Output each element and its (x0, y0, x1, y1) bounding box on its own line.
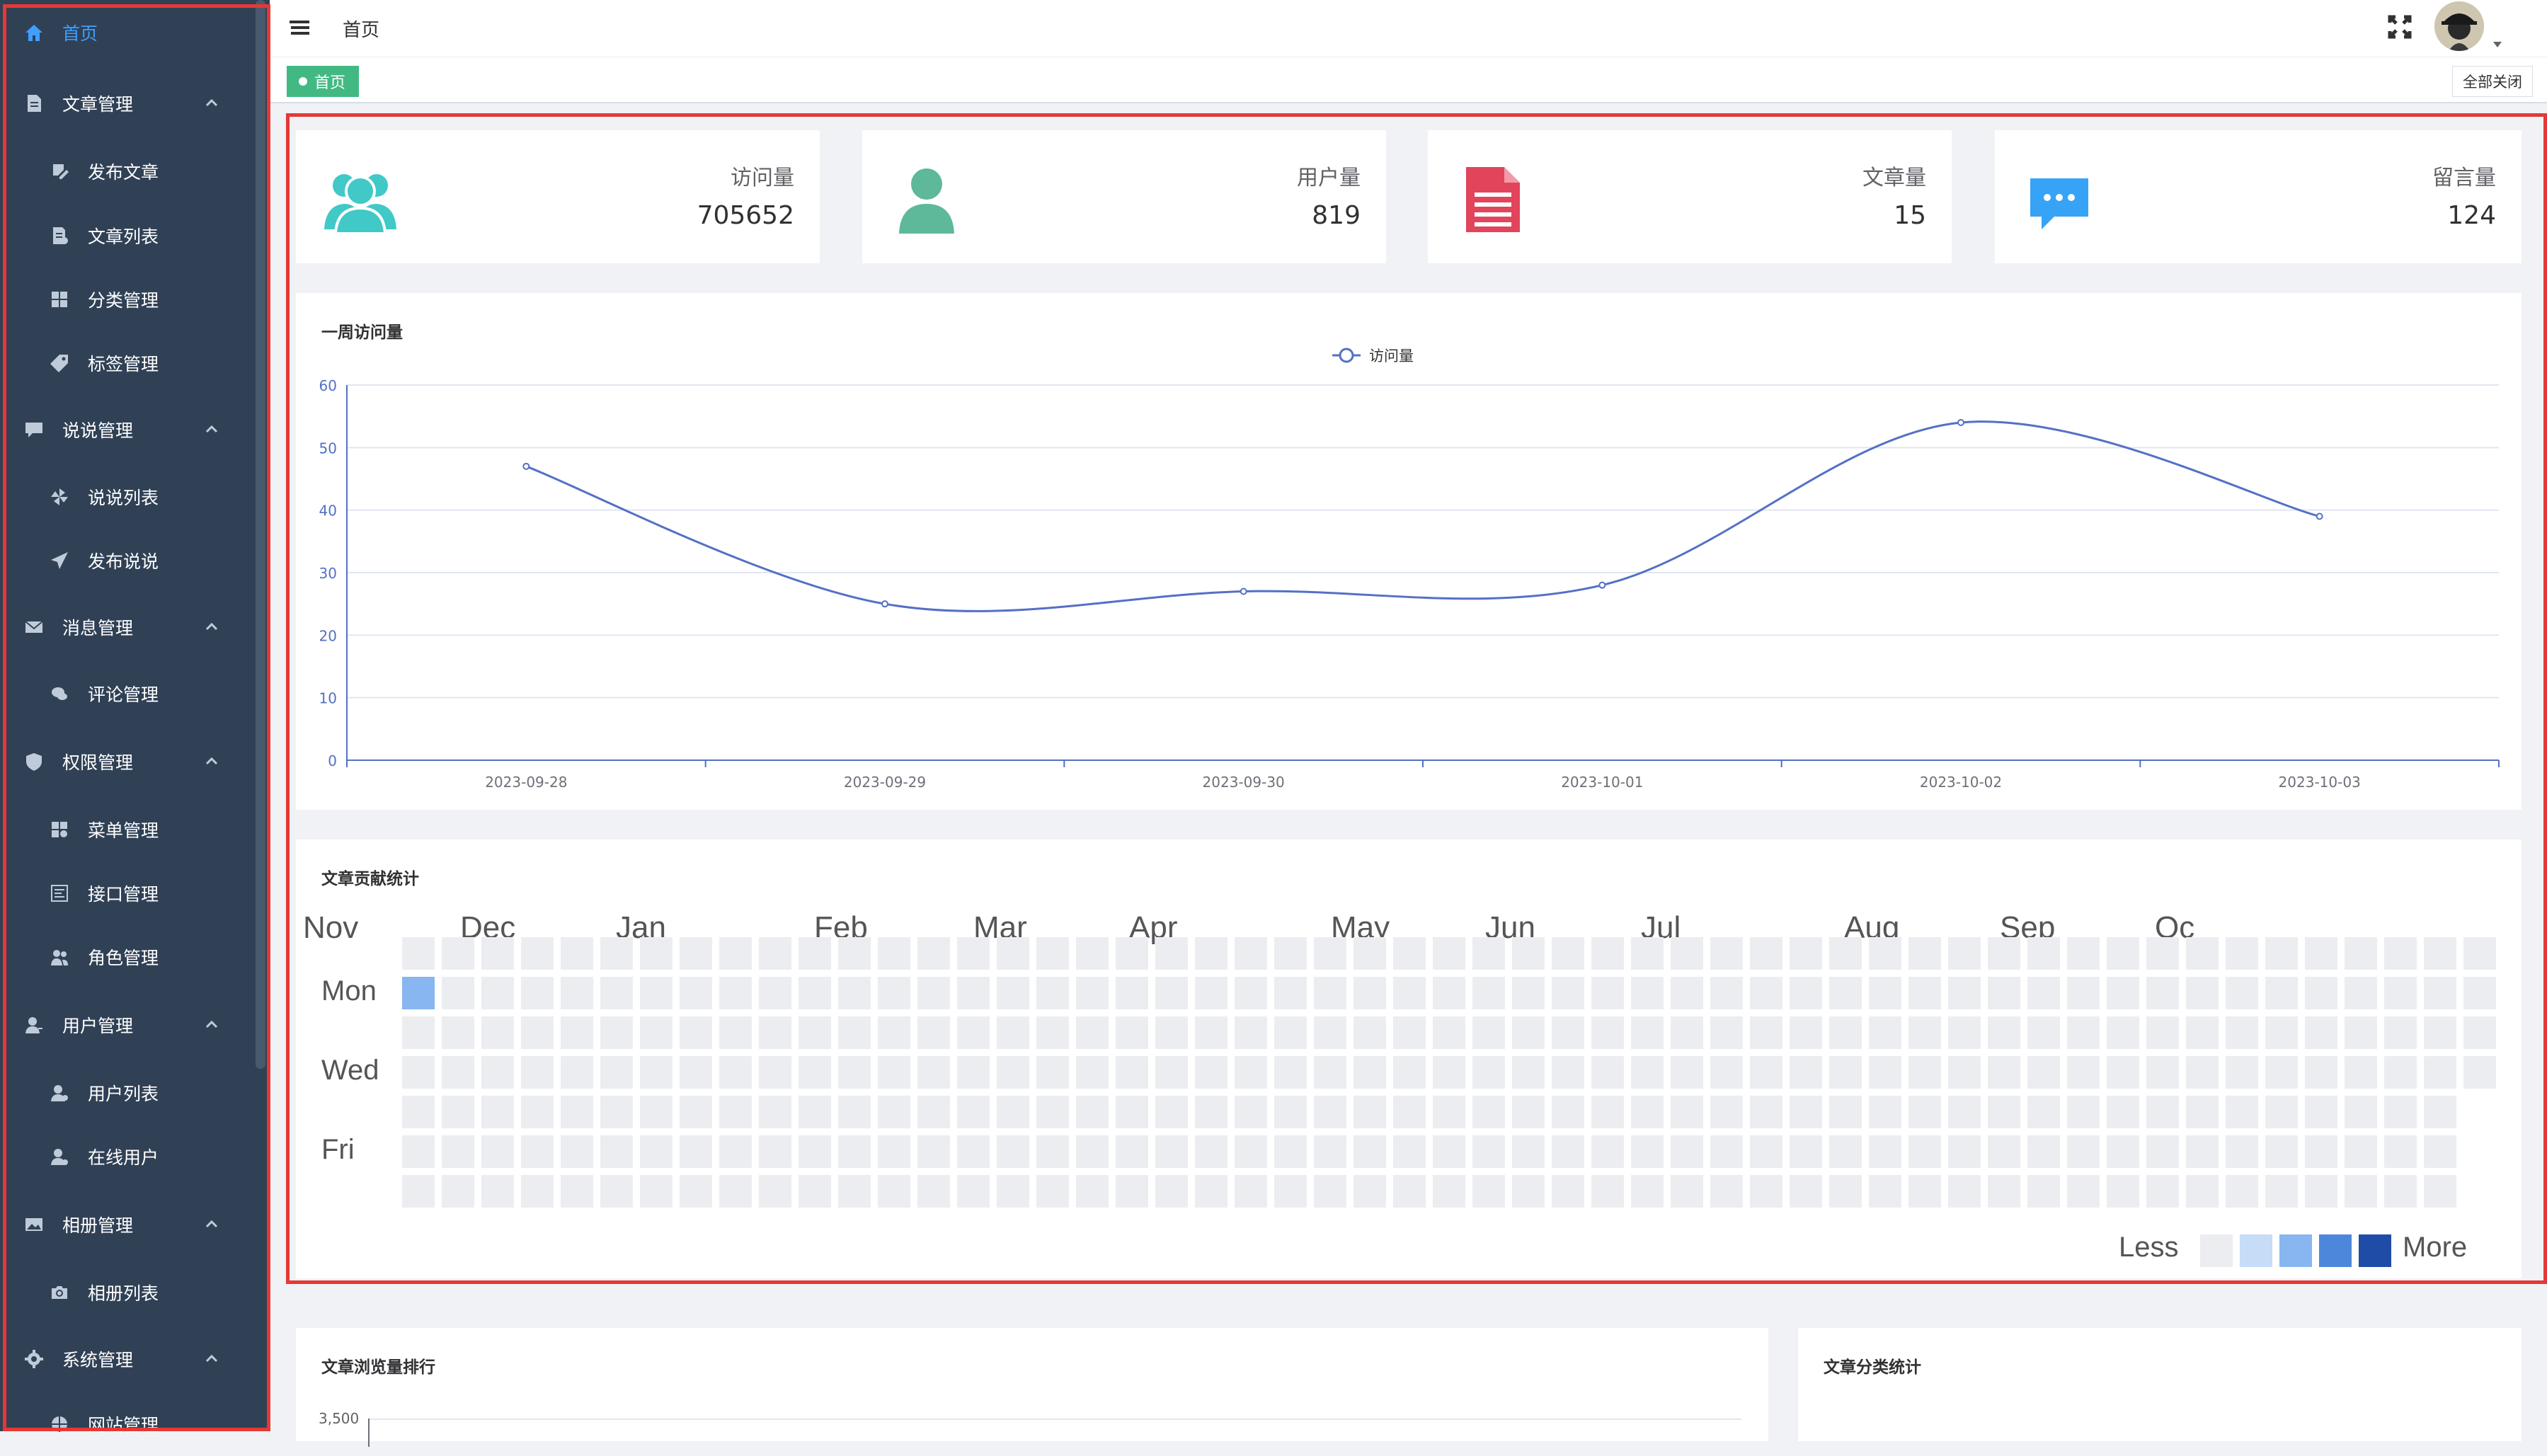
avatar[interactable] (2434, 1, 2484, 51)
panel-title: 文章浏览量排行 (321, 1358, 435, 1377)
y-tick-label: 3,500 (319, 1410, 360, 1427)
highlight-frame-sidebar (3, 4, 270, 1431)
tag-home-label: 首页 (314, 74, 346, 92)
grid-line (368, 1418, 1741, 1420)
panel-title: 文章分类统计 (1824, 1358, 1921, 1377)
tags-view: 首页 全部关闭 (270, 57, 2547, 103)
fullscreen-icon[interactable] (2387, 14, 2413, 40)
hamburger-icon[interactable] (290, 17, 311, 38)
highlight-frame-main (286, 113, 2547, 1284)
close-all-button[interactable]: 全部关闭 (2452, 66, 2533, 97)
tag-dot (299, 77, 307, 86)
chevron-down-icon[interactable] (2492, 38, 2503, 47)
breadcrumb[interactable]: 首页 (343, 16, 379, 42)
article-ranking-panel: 文章浏览量排行 3,500 (296, 1328, 1768, 1447)
tag-home[interactable]: 首页 (287, 66, 360, 97)
y-axis-line (368, 1418, 370, 1447)
top-navbar: 首页 (270, 0, 2547, 57)
category-stats-panel: 文章分类统计 (1798, 1328, 2522, 1441)
